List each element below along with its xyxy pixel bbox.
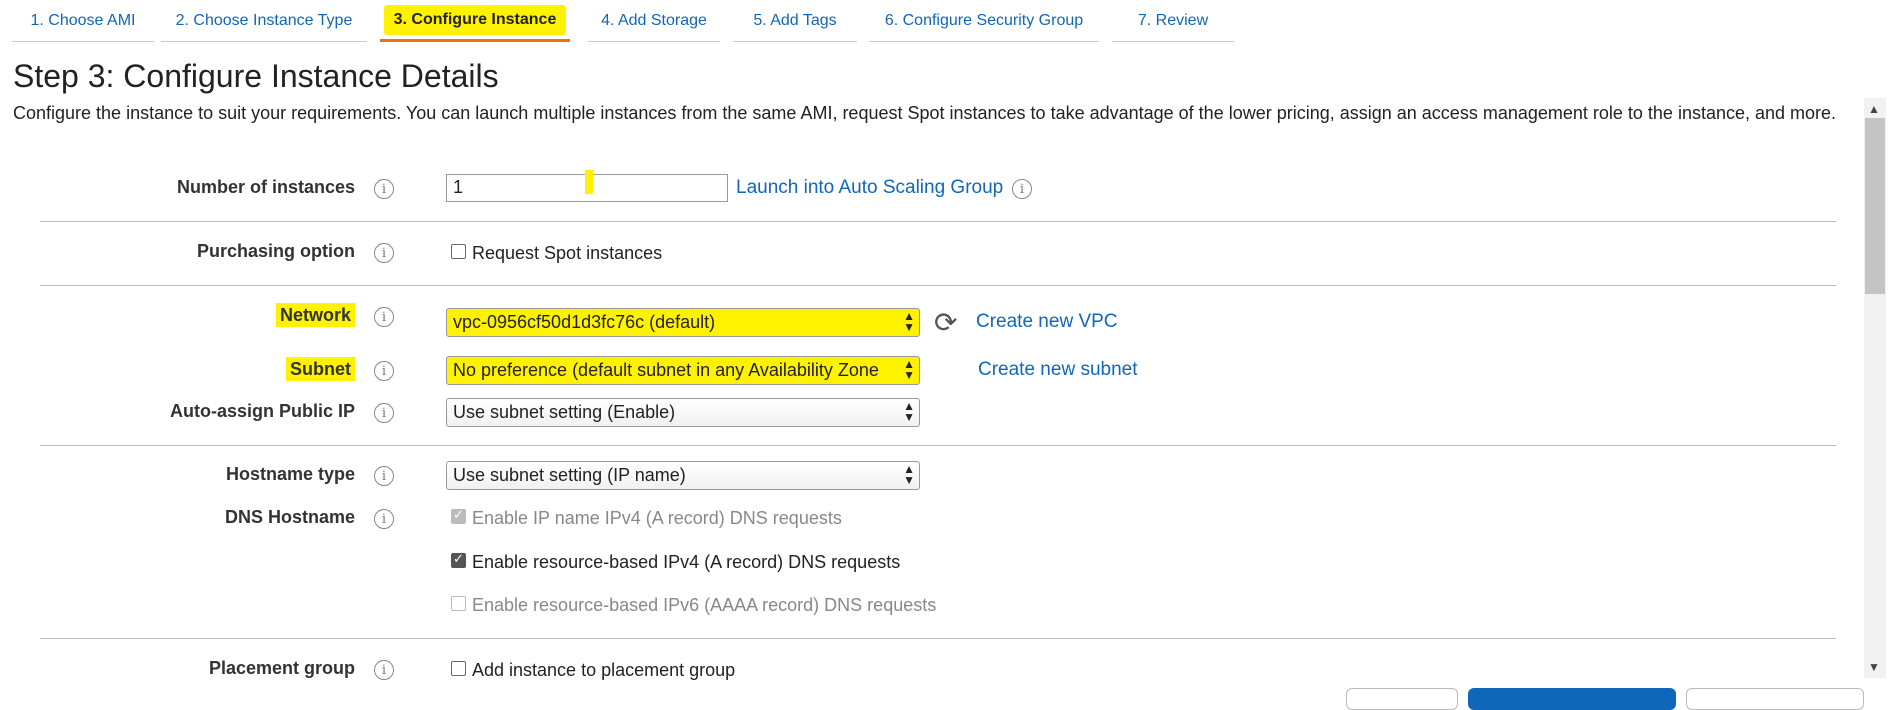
divider [40, 285, 1836, 286]
refresh-icon[interactable]: ⟳ [934, 306, 957, 339]
label-dns-hostname: DNS Hostname [224, 507, 355, 527]
select-arrows-icon: ▲ ▼ [903, 309, 915, 334]
divider [40, 445, 1836, 446]
select-arrows-icon: ▲ ▼ [903, 399, 915, 424]
review-launch-button[interactable] [1468, 688, 1676, 710]
tab-configure-instance[interactable]: 3. Configure Instance [380, 0, 570, 42]
info-icon[interactable]: i [374, 403, 394, 423]
divider [40, 638, 1836, 639]
scrollbar-thumb[interactable] [1865, 118, 1885, 294]
page-description: Configure the instance to suit your requ… [13, 103, 1837, 123]
create-new-vpc-link[interactable]: Create new VPC [976, 311, 1118, 333]
ip-name-ipv4-checkbox [451, 507, 466, 524]
info-icon[interactable]: i [374, 660, 394, 680]
highlight-marker [585, 170, 593, 194]
tab-add-tags[interactable]: 5. Add Tags [733, 0, 857, 42]
label-network: Network [275, 303, 355, 327]
resource-ipv4-label: Enable resource-based IPv4 (A record) DN… [472, 552, 901, 572]
info-icon[interactable]: i [374, 307, 394, 327]
tab-review[interactable]: 7. Review [1112, 0, 1234, 42]
spot-instances-checkbox[interactable] [451, 244, 466, 259]
info-icon[interactable]: i [374, 509, 394, 529]
launch-auto-scaling-link[interactable]: Launch into Auto Scaling Group [736, 177, 1003, 199]
label-hostname-type: Hostname type [225, 464, 355, 484]
subnet-select[interactable]: No preference (default subnet in any Ava… [446, 356, 920, 385]
scroll-up-icon[interactable]: ▲ [1868, 102, 1880, 116]
label-subnet: Subnet [286, 357, 355, 381]
next-button[interactable] [1686, 688, 1864, 710]
create-new-subnet-link[interactable]: Create new subnet [978, 359, 1138, 381]
select-arrows-icon: ▲ ▼ [903, 462, 915, 487]
select-arrows-icon: ▲ ▼ [903, 357, 915, 382]
resource-ipv6-label: Enable resource-based IPv6 (AAAA record)… [472, 595, 937, 615]
label-purchasing-option: Purchasing option [196, 241, 355, 261]
tab-choose-instance-type[interactable]: 2. Choose Instance Type [161, 0, 367, 42]
label-placement-group: Placement group [208, 658, 355, 678]
tab-choose-ami[interactable]: 1. Choose AMI [12, 0, 154, 42]
divider [40, 221, 1836, 222]
ip-name-ipv4-label: Enable IP name IPv4 (A record) DNS reque… [472, 508, 842, 528]
network-select[interactable]: vpc-0956cf50d1d3fc76c (default) ▲ ▼ [446, 308, 920, 337]
resource-ipv4-checkbox[interactable] [451, 551, 466, 568]
cancel-button[interactable] [1346, 688, 1458, 710]
info-icon[interactable]: i [374, 179, 394, 199]
scroll-down-icon[interactable]: ▼ [1868, 660, 1880, 674]
info-icon[interactable]: i [374, 466, 394, 486]
page-title: Step 3: Configure Instance Details [13, 58, 499, 94]
tab-add-storage[interactable]: 4. Add Storage [588, 0, 720, 42]
spot-instances-label: Request Spot instances [472, 243, 663, 263]
tab-configure-security-group[interactable]: 6. Configure Security Group [869, 0, 1099, 42]
hostname-type-select[interactable]: Use subnet setting (IP name) ▲ ▼ [446, 461, 920, 490]
label-number-of-instances: Number of instances [176, 177, 355, 197]
info-icon[interactable]: i [1012, 179, 1032, 199]
placement-group-checkbox[interactable] [451, 661, 466, 676]
resource-ipv6-checkbox [451, 596, 466, 611]
info-icon[interactable]: i [374, 243, 394, 263]
public-ip-select[interactable]: Use subnet setting (Enable) ▲ ▼ [446, 398, 920, 427]
info-icon[interactable]: i [374, 361, 394, 381]
label-auto-assign-public-ip: Auto-assign Public IP [169, 401, 355, 421]
placement-group-label: Add instance to placement group [472, 660, 736, 680]
